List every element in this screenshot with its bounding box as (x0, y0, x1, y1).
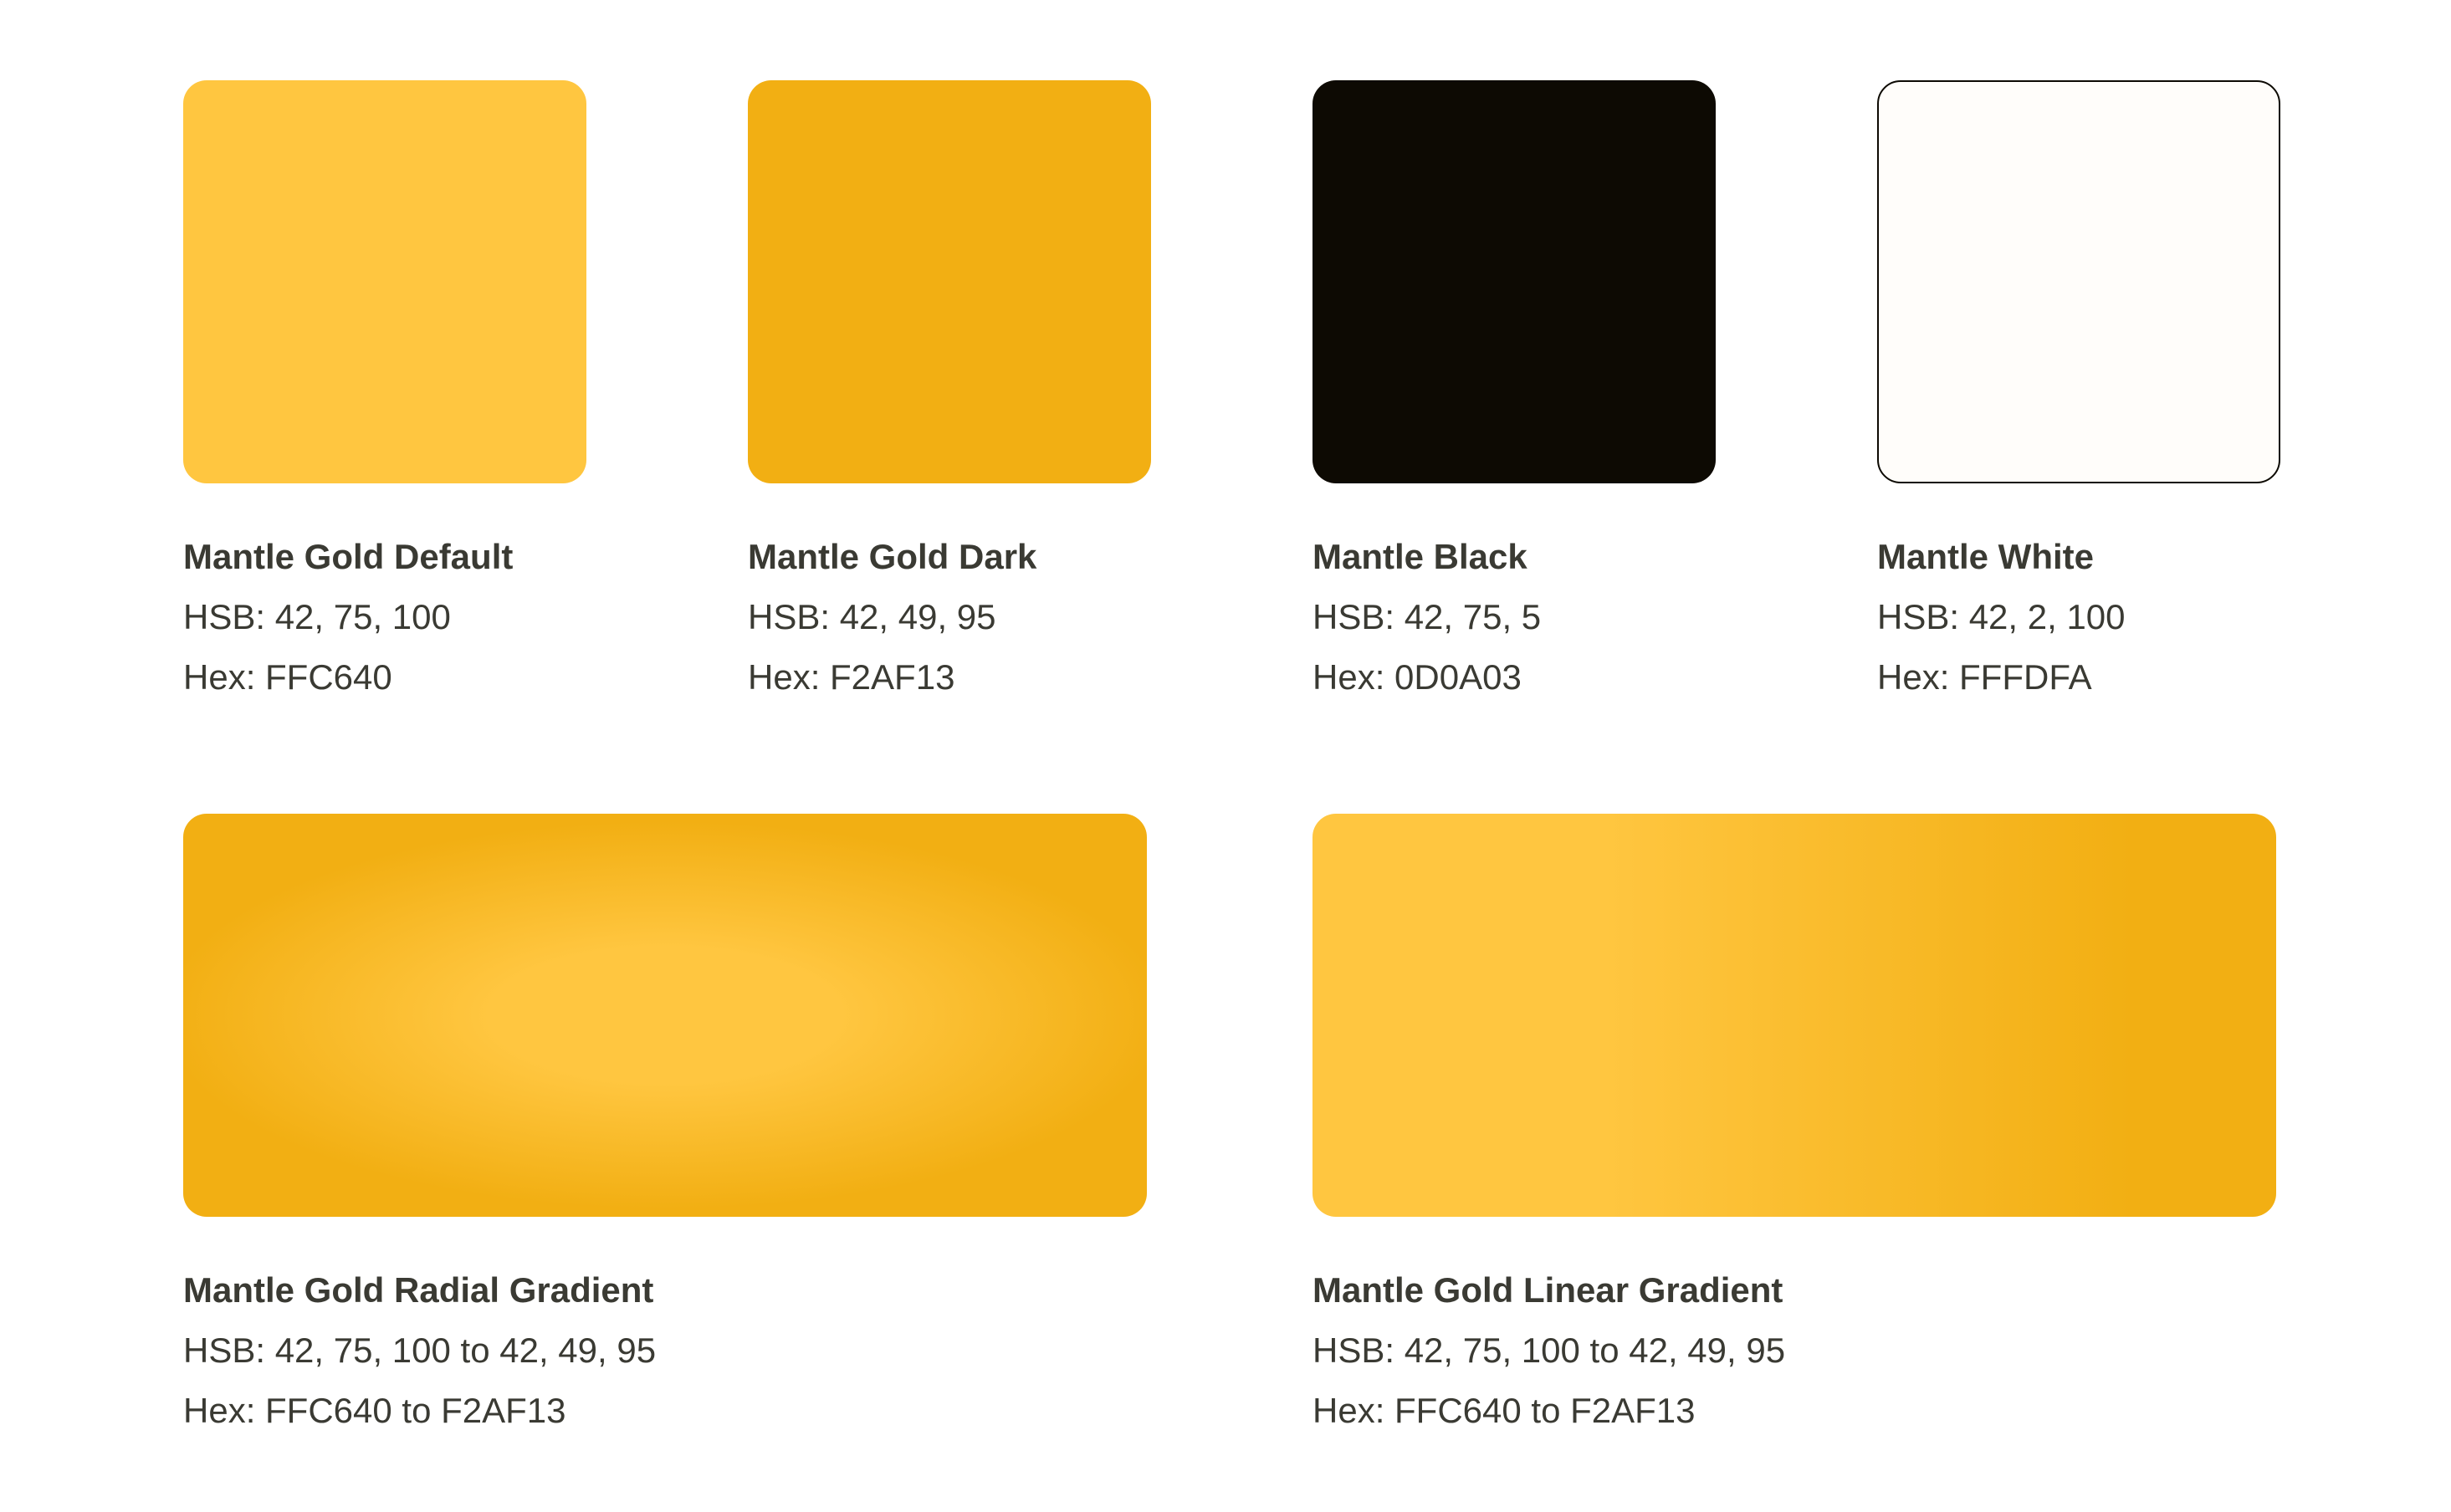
swatch-hex: Hex: FFC640 (183, 657, 392, 697)
swatch-label: Mantle Black HSB: 42, 75, 5 Hex: 0D0A03 (1312, 527, 1716, 707)
swatch-hsb: HSB: 42, 75, 5 (1312, 597, 1542, 636)
swatch-hex: Hex: F2AF13 (748, 657, 955, 697)
gradient-swatch-linear (1312, 814, 2276, 1217)
gradient-hsb: HSB: 42, 75, 100 to 42, 49, 95 (1312, 1331, 1786, 1370)
swatch-name: Mantle Gold Dark (748, 537, 1037, 576)
color-swatch-gold-default (183, 80, 586, 483)
swatch-hex: Hex: FFFDFA (1877, 657, 2092, 697)
gradient-hsb: HSB: 42, 75, 100 to 42, 49, 95 (183, 1331, 657, 1370)
color-swatch-gold-dark (748, 80, 1151, 483)
swatch-hsb: HSB: 42, 49, 95 (748, 597, 996, 636)
swatch-card-black: Mantle Black HSB: 42, 75, 5 Hex: 0D0A03 (1312, 80, 1716, 707)
gradient-name: Mantle Gold Linear Gradient (1312, 1270, 1783, 1310)
swatch-card-white: Mantle White HSB: 42, 2, 100 Hex: FFFDFA (1877, 80, 2280, 707)
gradient-hex: Hex: FFC640 to F2AF13 (183, 1391, 566, 1430)
gradient-card-radial: Mantle Gold Radial Gradient HSB: 42, 75,… (183, 814, 1147, 1441)
swatch-card-gold-default: Mantle Gold Default HSB: 42, 75, 100 Hex… (183, 80, 586, 707)
swatch-hex: Hex: 0D0A03 (1312, 657, 1522, 697)
swatch-name: Mantle Black (1312, 537, 1527, 576)
swatch-name: Mantle White (1877, 537, 2094, 576)
gradient-hex: Hex: FFC640 to F2AF13 (1312, 1391, 1696, 1430)
gradient-swatch-radial (183, 814, 1147, 1217)
swatch-label: Mantle Gold Default HSB: 42, 75, 100 Hex… (183, 527, 586, 707)
gradient-label: Mantle Gold Radial Gradient HSB: 42, 75,… (183, 1260, 1147, 1441)
swatch-hsb: HSB: 42, 75, 100 (183, 597, 451, 636)
swatch-hsb: HSB: 42, 2, 100 (1877, 597, 2126, 636)
gradient-label: Mantle Gold Linear Gradient HSB: 42, 75,… (1312, 1260, 2276, 1441)
swatch-label: Mantle White HSB: 42, 2, 100 Hex: FFFDFA (1877, 527, 2280, 707)
color-swatch-white (1877, 80, 2280, 483)
swatch-label: Mantle Gold Dark HSB: 42, 49, 95 Hex: F2… (748, 527, 1151, 707)
gradient-name: Mantle Gold Radial Gradient (183, 1270, 654, 1310)
swatch-card-gold-dark: Mantle Gold Dark HSB: 42, 49, 95 Hex: F2… (748, 80, 1151, 707)
gradient-card-linear: Mantle Gold Linear Gradient HSB: 42, 75,… (1312, 814, 2276, 1441)
swatch-name: Mantle Gold Default (183, 537, 514, 576)
color-swatch-black (1312, 80, 1716, 483)
